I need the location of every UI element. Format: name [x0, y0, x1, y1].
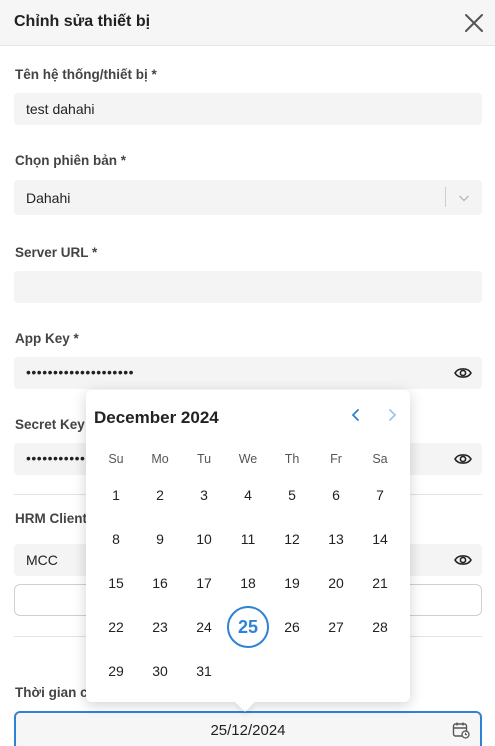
close-icon[interactable] — [462, 11, 486, 35]
calendar-day[interactable]: 12 — [270, 517, 314, 561]
calendar-day[interactable]: 5 — [270, 473, 314, 517]
calendar-day[interactable]: 31 — [182, 649, 226, 693]
weekday-label: Sa — [372, 452, 388, 466]
secret-key-label: Secret Key — [15, 417, 85, 432]
app-key-label: App Key * — [15, 331, 79, 346]
weekday-label: Su — [108, 452, 124, 466]
calendar-day[interactable]: 17 — [182, 561, 226, 605]
calendar-day[interactable]: 2 — [138, 473, 182, 517]
calendar-day[interactable]: 16 — [138, 561, 182, 605]
calendar-day[interactable]: 19 — [270, 561, 314, 605]
calendar-day[interactable]: 9 — [138, 517, 182, 561]
date-input[interactable]: 25/12/2024 — [14, 711, 482, 746]
app-key-input[interactable]: •••••••••••••••••••• — [14, 357, 482, 389]
calendar-day[interactable]: 10 — [182, 517, 226, 561]
hrm-client-label: HRM Client — [15, 511, 87, 526]
weekday-label: We — [238, 452, 258, 466]
hrm-client-value: MCC — [26, 552, 58, 568]
calendar-day[interactable]: 18 — [226, 561, 270, 605]
time-label: Thời gian c — [15, 685, 88, 700]
calendar-day[interactable]: 23 — [138, 605, 182, 649]
chevron-left-icon[interactable] — [345, 404, 367, 426]
chevron-right-icon[interactable] — [381, 404, 403, 426]
version-label: Chọn phiên bản * — [15, 153, 126, 168]
date-value: 25/12/2024 — [210, 722, 286, 739]
calendar-day[interactable]: 20 — [314, 561, 358, 605]
calendar-day[interactable]: 24 — [182, 605, 226, 649]
system-name-input[interactable]: test dahahi — [14, 93, 482, 125]
calendar-day[interactable]: 15 — [94, 561, 138, 605]
eye-icon[interactable] — [454, 451, 472, 467]
calendar-day[interactable]: 14 — [358, 517, 402, 561]
calendar-day[interactable]: 26 — [270, 605, 314, 649]
system-name-label: Tên hệ thống/thiết bị * — [15, 67, 157, 82]
month-label: December 2024 — [94, 408, 219, 427]
calendar-day[interactable]: 29 — [94, 649, 138, 693]
server-url-label: Server URL * — [15, 245, 98, 260]
calendar-day[interactable]: 3 — [182, 473, 226, 517]
calendar-day[interactable]: 7 — [358, 473, 402, 517]
calendar-day[interactable]: 22 — [94, 605, 138, 649]
app-key-value: •••••••••••••••••••• — [26, 364, 135, 380]
calendar-day[interactable]: 27 — [314, 605, 358, 649]
eye-icon[interactable] — [454, 552, 472, 568]
version-select[interactable]: Dahahi — [14, 180, 482, 215]
calendar-day[interactable]: 13 — [314, 517, 358, 561]
system-name-value: test dahahi — [26, 101, 95, 117]
chevron-down-icon[interactable] — [458, 192, 470, 204]
server-url-input[interactable] — [14, 271, 482, 303]
weekday-label: Mo — [151, 452, 169, 466]
calendar-day[interactable]: 6 — [314, 473, 358, 517]
eye-icon[interactable] — [454, 365, 472, 381]
secret-key-value: ••••••••••• — [26, 450, 86, 466]
select-separator — [445, 187, 446, 207]
calendar-day[interactable]: 30 — [138, 649, 182, 693]
dialog-header: Chỉnh sửa thiết bị — [0, 0, 495, 46]
calendar-day[interactable]: 11 — [226, 517, 270, 561]
selected-day[interactable]: 25 — [226, 605, 270, 649]
weekday-label: Th — [284, 452, 300, 466]
calendar-day[interactable]: 1 — [94, 473, 138, 517]
popup-arrow — [235, 692, 255, 712]
dialog-title: Chỉnh sửa thiết bị — [14, 13, 151, 30]
calendar-icon[interactable] — [452, 721, 470, 739]
weekday-label: Fr — [330, 452, 342, 466]
calendar-day[interactable]: 21 — [358, 561, 402, 605]
date-picker-popup: December 2024 Su Mo Tu We Th Fr Sa 1 2 3 4 5 6 7 8 9 10… — [86, 390, 410, 712]
weekday-label: Tu — [196, 452, 212, 466]
calendar-day[interactable]: 8 — [94, 517, 138, 561]
calendar-day[interactable]: 28 — [358, 605, 402, 649]
calendar-day[interactable]: 4 — [226, 473, 270, 517]
version-value: Dahahi — [26, 190, 71, 206]
